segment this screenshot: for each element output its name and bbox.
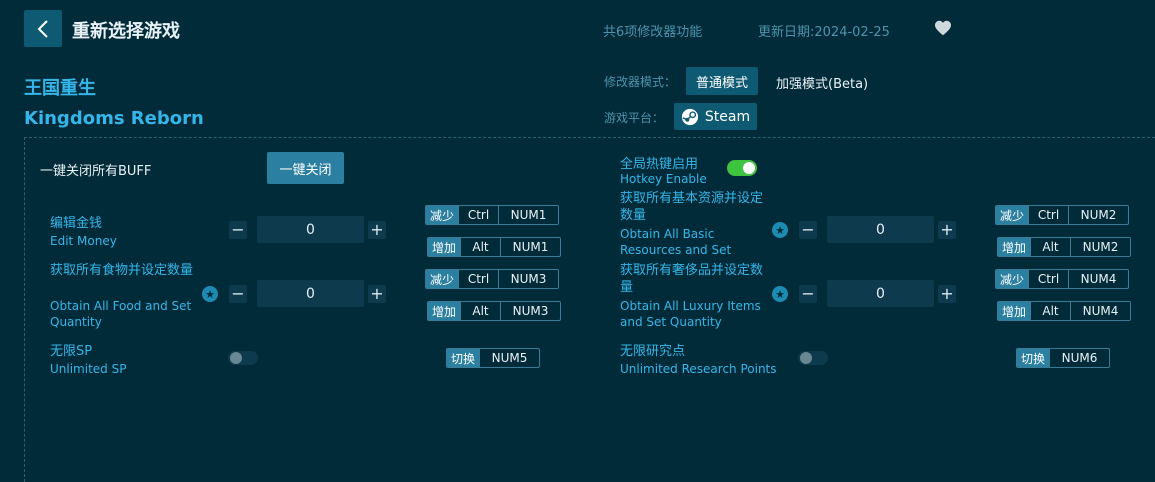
hotkey-toggle-unlimited-sp[interactable]: 切换 NUM5 [446,348,541,368]
steam-platform-button[interactable]: Steam [674,103,757,130]
hotkey-tag: 减少 [996,270,1029,288]
hotkey-key: NUM1 [498,206,558,224]
option-food-label-cn: 获取所有食物并设定数量 [50,263,194,278]
hotkey-key: NUM6 [1049,349,1109,367]
toggle-knob [230,352,242,364]
decrease-button[interactable]: − [229,285,247,303]
steam-icon [681,108,698,125]
option-food-label-en: Obtain All Food and Set Quantity [50,299,192,329]
basic-resources-input[interactable] [827,216,934,243]
onekey-off-button[interactable]: 一键关闭 [267,152,344,184]
update-date: 更新日期:2024-02-25 [758,25,890,40]
hotkey-modifier: Ctrl [458,270,498,288]
feature-count: 共6项修改器功能 [603,25,703,40]
increase-button[interactable]: + [368,285,386,303]
hotkey-decrease-basic-resources[interactable]: 减少 Ctrl NUM2 [995,205,1130,225]
hotkey-key: NUM2 [1068,206,1128,224]
hotkey-decrease-edit-money[interactable]: 减少 Ctrl NUM1 [425,205,560,225]
option-unlimited-research-label-cn: 无限研究点 [620,344,686,359]
normal-mode-button[interactable]: 普通模式 [686,67,758,95]
hotkey-key: NUM2 [1070,238,1130,256]
star-icon[interactable]: ★ [772,286,788,302]
food-input[interactable] [257,280,364,307]
hotkey-key: NUM4 [1070,302,1130,320]
option-luxury-label-en: Obtain All Luxury Items and Set Quantity [620,299,761,329]
option-unlimited-sp-label-en: Unlimited SP [50,362,127,376]
hotkey-modifier: Alt [1030,238,1070,256]
hotkey-modifier: Ctrl [1028,270,1068,288]
hotkey-enable-toggle[interactable] [727,160,757,176]
hotkey-tag: 增加 [998,238,1031,256]
platform-label: 游戏平台： [604,111,665,125]
option-luxury-label-cn: 获取所有奢侈品并设定数量 [620,263,764,295]
chevron-left-icon [37,19,48,38]
hotkey-key: NUM4 [1068,270,1128,288]
decrease-button[interactable]: − [799,221,817,239]
hotkey-decrease-luxury[interactable]: 减少 Ctrl NUM4 [995,269,1130,289]
toggle-knob [800,352,812,364]
hotkey-decrease-food[interactable]: 减少 Ctrl NUM3 [425,269,560,289]
star-icon[interactable]: ★ [772,222,788,238]
hotkey-increase-luxury[interactable]: 增加 Alt NUM4 [997,301,1132,321]
page-title: 重新选择游戏 [72,21,180,42]
option-edit-money-label-cn: 编辑金钱 [50,216,103,231]
hotkey-modifier: Ctrl [1028,206,1068,224]
hotkey-increase-food[interactable]: 增加 Alt NUM3 [427,301,562,321]
option-basic-resources-label-cn: 获取所有基本资源并设定数量 [620,190,770,224]
hotkey-key: NUM3 [500,302,560,320]
hotkey-tag: 增加 [428,238,461,256]
hotkey-key: NUM3 [498,270,558,288]
hotkey-modifier: Alt [1030,302,1070,320]
option-basic-resources-text-cn: 获取所有基本资源并设定数量 [620,191,764,223]
hotkey-tag: 切换 [1017,349,1050,367]
game-name-en: Kingdoms Reborn [24,108,204,129]
hotkey-key: NUM5 [479,349,539,367]
increase-button[interactable]: + [938,285,956,303]
hotkey-increase-basic-resources[interactable]: 增加 Alt NUM2 [997,237,1132,257]
hotkey-tag: 减少 [426,270,459,288]
luxury-input[interactable] [827,280,934,307]
increase-button[interactable]: + [938,221,956,239]
heart-icon[interactable] [934,20,952,36]
hotkey-key: NUM1 [500,238,560,256]
unlimited-sp-toggle[interactable] [228,351,258,365]
edit-money-input[interactable] [257,216,364,243]
hotkey-modifier: Alt [460,238,500,256]
star-icon[interactable]: ★ [202,286,218,302]
option-unlimited-sp-label-cn: 无限SP [50,344,93,359]
option-unlimited-research-label-en: Unlimited Research Points [620,362,777,376]
option-basic-resources-text-en: Obtain All Basic Resources and Set Quant… [620,227,732,260]
hotkey-tag: 增加 [428,302,461,320]
increase-button[interactable]: + [368,221,386,239]
hotkey-tag: 减少 [996,206,1029,224]
game-name-cn: 王国重生 [24,78,96,99]
hotkey-modifier: Alt [460,302,500,320]
back-button[interactable] [24,10,62,47]
hotkey-tag: 切换 [447,349,480,367]
hotkey-toggle-unlimited-research[interactable]: 切换 NUM6 [1016,348,1111,368]
hotkey-enable-label-en: Hotkey Enable [620,172,707,186]
option-edit-money-label-en: Edit Money [50,234,117,248]
hotkey-modifier: Ctrl [458,206,498,224]
beta-mode-button[interactable]: 加强模式(Beta) [776,73,868,92]
hotkey-tag: 减少 [426,206,459,224]
hotkey-enable-label-cn: 全局热键启用 [620,157,699,172]
decrease-button[interactable]: − [799,285,817,303]
option-basic-resources-label-en: Obtain All Basic Resources and Set Quant… [620,226,740,260]
mode-label: 修改器模式： [604,75,677,89]
decrease-button[interactable]: − [229,221,247,239]
onekey-off-label: 一键关闭所有BUFF [40,164,152,179]
hotkey-tag: 增加 [998,302,1031,320]
hotkey-increase-edit-money[interactable]: 增加 Alt NUM1 [427,237,562,257]
unlimited-research-toggle[interactable] [798,351,828,365]
toggle-knob [743,162,755,174]
steam-label: Steam [704,108,751,125]
